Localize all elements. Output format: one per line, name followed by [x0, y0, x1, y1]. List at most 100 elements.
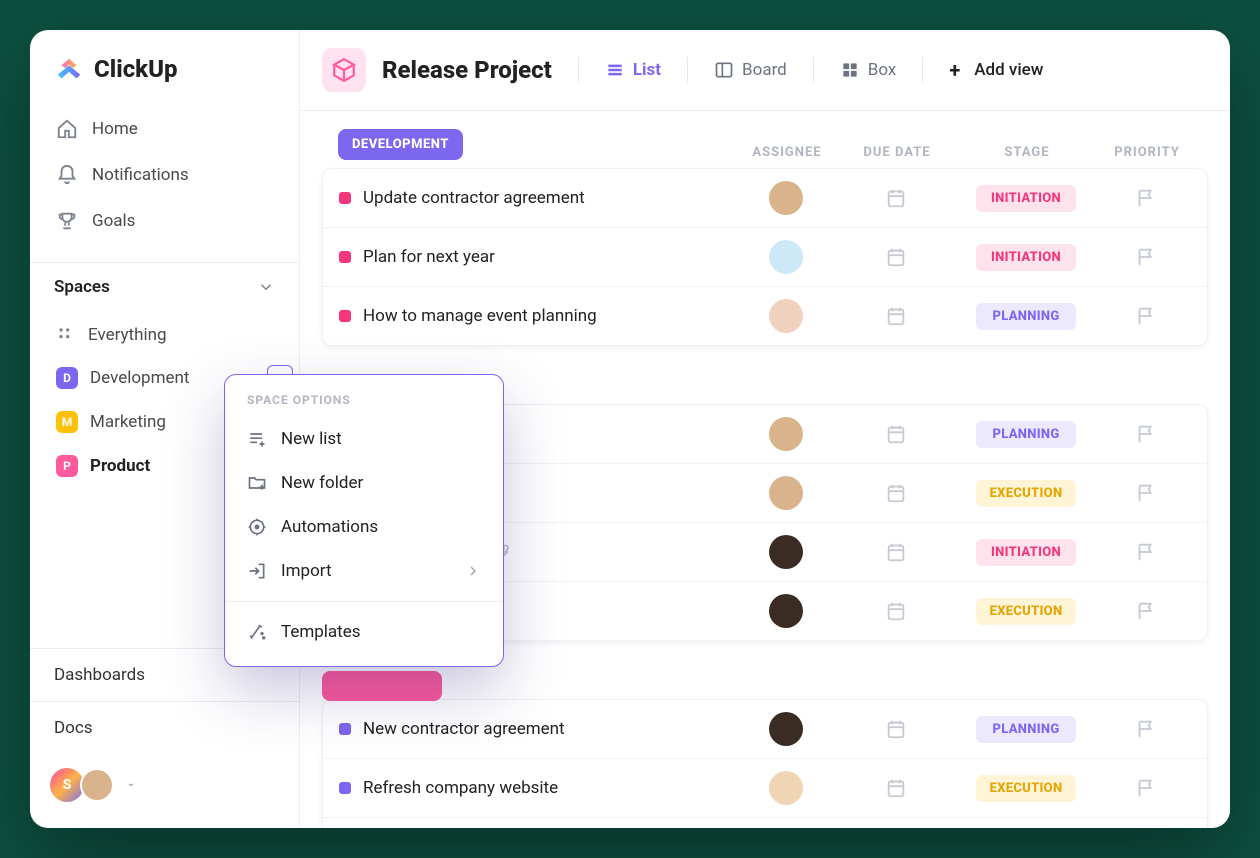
calendar-icon[interactable]: [885, 777, 907, 799]
primary-nav: Home Notifications Goals: [30, 106, 299, 262]
priority-cell[interactable]: [1101, 718, 1191, 740]
task-row[interactable]: How to manage event planningPLANNING: [323, 286, 1207, 345]
status-dot[interactable]: [339, 251, 351, 263]
due-date-cell[interactable]: [841, 482, 951, 504]
due-date-cell[interactable]: [841, 600, 951, 622]
status-dot[interactable]: [339, 192, 351, 204]
flag-icon[interactable]: [1135, 718, 1157, 740]
assignee-avatar[interactable]: [769, 417, 803, 451]
flag-icon[interactable]: [1135, 541, 1157, 563]
nav-notifications[interactable]: Notifications: [46, 154, 283, 196]
flag-icon[interactable]: [1135, 187, 1157, 209]
due-date-cell[interactable]: [841, 718, 951, 740]
assignee-avatar[interactable]: [769, 594, 803, 628]
nav-docs[interactable]: Docs: [30, 701, 299, 754]
stage-pill[interactable]: INITIATION: [976, 244, 1076, 271]
add-view-button[interactable]: + Add view: [939, 52, 1053, 88]
nav-goals[interactable]: Goals: [46, 200, 283, 242]
flag-icon[interactable]: [1135, 777, 1157, 799]
view-box[interactable]: Box: [830, 54, 907, 86]
assignee-avatar[interactable]: [769, 771, 803, 805]
priority-cell[interactable]: [1101, 423, 1191, 445]
due-date-cell[interactable]: [841, 305, 951, 327]
task-row[interactable]: Refresh company websiteEXECUTION: [323, 758, 1207, 817]
space-everything[interactable]: Everything: [46, 315, 283, 355]
task-row[interactable]: New contractor agreement PLANNING: [323, 700, 1207, 758]
popover-templates[interactable]: Templates: [225, 610, 503, 654]
due-date-cell[interactable]: [841, 541, 951, 563]
priority-cell[interactable]: [1101, 541, 1191, 563]
assignee-avatar[interactable]: [769, 299, 803, 333]
col-due-date: DUE DATE: [842, 145, 952, 160]
chevron-right-icon: [465, 563, 481, 579]
popover-import[interactable]: Import: [225, 549, 503, 593]
status-dot[interactable]: [339, 723, 351, 735]
popover-new-folder[interactable]: New folder: [225, 461, 503, 505]
assignee-avatar[interactable]: [769, 535, 803, 569]
user-switcher[interactable]: S: [30, 754, 299, 812]
view-board[interactable]: Board: [704, 54, 797, 86]
stage-pill[interactable]: EXECUTION: [976, 598, 1076, 625]
flag-icon[interactable]: [1135, 246, 1157, 268]
flag-icon[interactable]: [1135, 482, 1157, 504]
popover-title: SPACE OPTIONS: [225, 391, 503, 417]
calendar-icon[interactable]: [885, 305, 907, 327]
group-chip[interactable]: DEVELOPMENT: [338, 129, 463, 160]
everything-icon: [56, 325, 76, 345]
nav-home[interactable]: Home: [46, 108, 283, 150]
popover-automations[interactable]: Automations: [225, 505, 503, 549]
priority-cell[interactable]: [1101, 482, 1191, 504]
flag-icon[interactable]: [1135, 305, 1157, 327]
priority-cell[interactable]: [1101, 305, 1191, 327]
task-row[interactable]: Update key objectives5 EXECUTION: [323, 817, 1207, 828]
stage-pill[interactable]: PLANNING: [976, 421, 1076, 448]
list-icon: [605, 60, 625, 80]
view-label: List: [633, 60, 661, 80]
assignee-avatar[interactable]: [769, 181, 803, 215]
calendar-icon[interactable]: [885, 482, 907, 504]
calendar-icon[interactable]: [885, 423, 907, 445]
group-chip[interactable]: [322, 671, 442, 701]
popover-new-list[interactable]: New list: [225, 417, 503, 461]
assignee-avatar[interactable]: [769, 240, 803, 274]
brand-logo[interactable]: ClickUp: [30, 54, 299, 106]
stage-pill[interactable]: INITIATION: [976, 539, 1076, 566]
calendar-icon[interactable]: [885, 187, 907, 209]
due-date-cell[interactable]: [841, 246, 951, 268]
priority-cell[interactable]: [1101, 777, 1191, 799]
stage-pill[interactable]: EXECUTION: [976, 775, 1076, 802]
assignee-avatar[interactable]: [769, 712, 803, 746]
calendar-icon[interactable]: [885, 600, 907, 622]
task-row[interactable]: Plan for next yearINITIATION: [323, 227, 1207, 286]
status-dot[interactable]: [339, 310, 351, 322]
add-view-label: Add view: [974, 60, 1043, 80]
project-icon[interactable]: [322, 48, 366, 92]
task-row[interactable]: Update contractor agreementINITIATION: [323, 169, 1207, 227]
space-label: Marketing: [90, 412, 166, 432]
spaces-header[interactable]: Spaces: [30, 262, 299, 311]
task-title: New contractor agreement: [363, 719, 565, 739]
priority-cell[interactable]: [1101, 600, 1191, 622]
due-date-cell[interactable]: [841, 777, 951, 799]
priority-cell[interactable]: [1101, 187, 1191, 209]
calendar-icon[interactable]: [885, 718, 907, 740]
due-date-cell[interactable]: [841, 423, 951, 445]
view-label: Board: [742, 60, 787, 80]
box-view-icon: [840, 60, 860, 80]
calendar-icon[interactable]: [885, 246, 907, 268]
separator: [687, 57, 688, 83]
status-dot[interactable]: [339, 782, 351, 794]
flag-icon[interactable]: [1135, 423, 1157, 445]
stage-pill[interactable]: EXECUTION: [976, 480, 1076, 507]
popover-item-label: Templates: [281, 622, 361, 642]
calendar-icon[interactable]: [885, 541, 907, 563]
assignee-avatar[interactable]: [769, 476, 803, 510]
priority-cell[interactable]: [1101, 246, 1191, 268]
view-list[interactable]: List: [595, 54, 671, 86]
stage-pill[interactable]: PLANNING: [976, 303, 1076, 330]
due-date-cell[interactable]: [841, 187, 951, 209]
flag-icon[interactable]: [1135, 600, 1157, 622]
stage-pill[interactable]: PLANNING: [976, 716, 1076, 743]
stage-pill[interactable]: INITIATION: [976, 185, 1076, 212]
automations-icon: [247, 517, 267, 537]
